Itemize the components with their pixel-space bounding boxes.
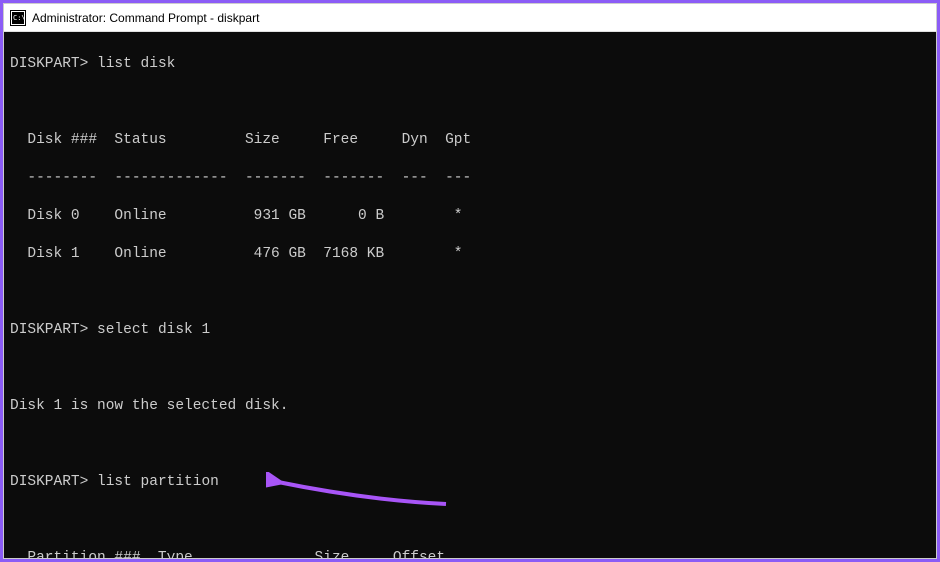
disk-row: Disk 0 Online 931 GB 0 B * xyxy=(10,207,930,226)
blank xyxy=(10,435,930,454)
prompt-line: DISKPART> select disk 1 xyxy=(10,321,930,340)
window-title: Administrator: Command Prompt - diskpart xyxy=(32,11,259,25)
prompt-line: DISKPART> list partition xyxy=(10,473,930,492)
blank xyxy=(10,511,930,530)
disk-table-header: Disk ### Status Size Free Dyn Gpt xyxy=(10,131,930,150)
svg-text:C:\: C:\ xyxy=(13,14,26,22)
titlebar[interactable]: C:\ Administrator: Command Prompt - disk… xyxy=(4,4,936,32)
blank xyxy=(10,283,930,302)
blank xyxy=(10,93,930,112)
disk-row: Disk 1 Online 476 GB 7168 KB * xyxy=(10,245,930,264)
cmd-icon: C:\ xyxy=(10,10,26,26)
status-message: Disk 1 is now the selected disk. xyxy=(10,397,930,416)
disk-table-sep: -------- ------------- ------- ------- -… xyxy=(10,169,930,188)
blank xyxy=(10,359,930,378)
prompt-line: DISKPART> list disk xyxy=(10,55,930,74)
command-prompt-window: C:\ Administrator: Command Prompt - disk… xyxy=(3,3,937,559)
terminal-output[interactable]: DISKPART> list disk Disk ### Status Size… xyxy=(4,32,936,558)
partition-table-header: Partition ### Type Size Offset xyxy=(10,549,930,558)
